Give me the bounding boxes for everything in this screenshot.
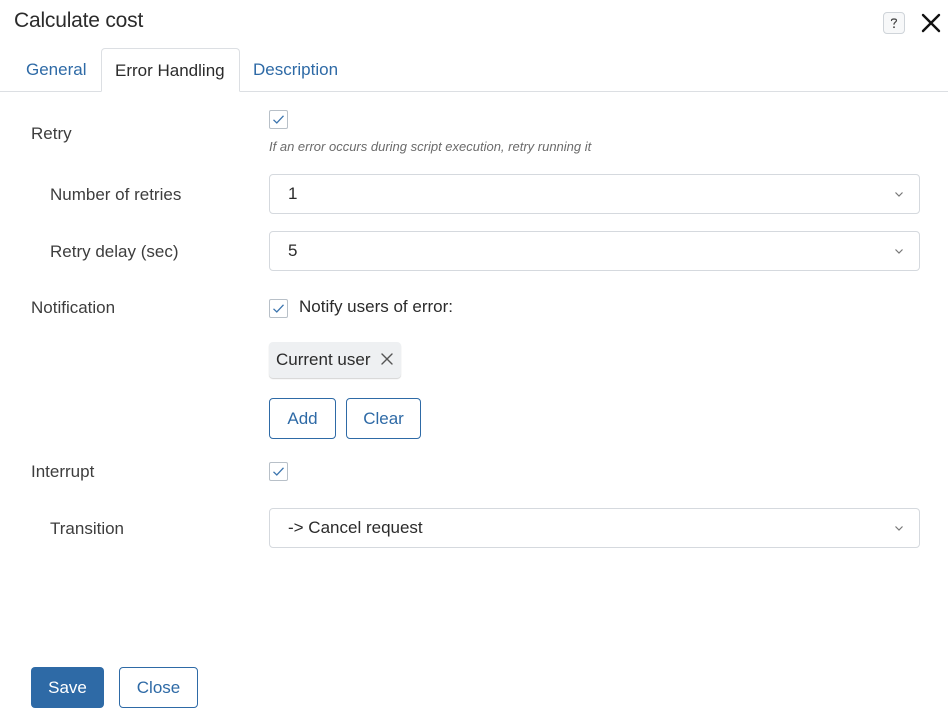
- retry-label: Retry: [31, 124, 72, 143]
- transition-value: -> Cancel request: [288, 518, 423, 537]
- number-of-retries-value: 1: [288, 184, 298, 203]
- checkmark-icon: [273, 467, 284, 476]
- user-chip: Current user: [269, 342, 401, 378]
- number-of-retries-label: Number of retries: [50, 185, 182, 204]
- dialog-title: Calculate cost: [14, 9, 144, 32]
- interrupt-label: Interrupt: [31, 462, 95, 481]
- question-icon: [890, 18, 898, 29]
- transition-label: Transition: [50, 519, 125, 538]
- retry-checkbox[interactable]: [269, 110, 288, 129]
- user-chip-label: Current user: [276, 350, 371, 369]
- help-button[interactable]: [883, 12, 905, 34]
- notification-label: Notification: [31, 298, 116, 317]
- retry-delay-label: Retry delay (sec): [50, 242, 179, 261]
- tab-description[interactable]: Description: [253, 48, 338, 92]
- chevron-down-icon: [895, 249, 903, 254]
- tab-bar: General Error Handling Description: [0, 48, 948, 92]
- close-button[interactable]: [919, 11, 943, 35]
- close-icon: [921, 13, 941, 33]
- checkmark-icon: [273, 304, 284, 313]
- chevron-down-icon: [895, 192, 903, 197]
- tab-general[interactable]: General: [26, 48, 86, 92]
- checkmark-icon: [273, 115, 284, 124]
- retry-delay-select[interactable]: 5: [269, 231, 920, 271]
- chevron-down-icon: [895, 526, 903, 531]
- save-button[interactable]: Save: [31, 667, 104, 708]
- add-user-button[interactable]: Add: [269, 398, 336, 439]
- transition-select[interactable]: -> Cancel request: [269, 508, 920, 548]
- notify-users-checkbox[interactable]: [269, 299, 288, 318]
- clear-users-button[interactable]: Clear: [346, 398, 421, 439]
- notify-users-label: Notify users of error:: [299, 297, 453, 316]
- retry-hint: If an error occurs during script executi…: [269, 139, 592, 154]
- interrupt-checkbox[interactable]: [269, 462, 288, 481]
- close-dialog-button[interactable]: Close: [119, 667, 198, 708]
- number-of-retries-select[interactable]: 1: [269, 174, 920, 214]
- remove-icon[interactable]: [380, 352, 394, 366]
- tab-error-handling[interactable]: Error Handling: [101, 48, 240, 92]
- retry-delay-value: 5: [288, 241, 298, 260]
- calculate-cost-dialog: Calculate cost General Error Handling De…: [0, 0, 948, 713]
